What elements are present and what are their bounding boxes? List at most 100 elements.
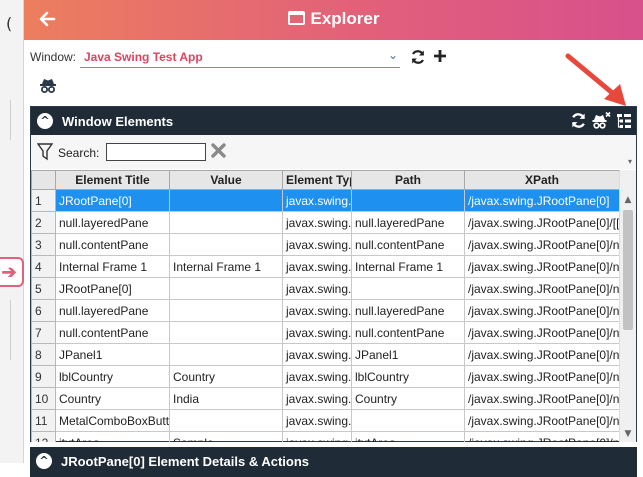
table-row[interactable]: 8 JPanel1 javax.swing. JPanel1/javax.swing.… bbox=[31, 343, 619, 366]
row-number[interactable]: 8 bbox=[31, 343, 56, 366]
add-window-button[interactable] bbox=[430, 43, 450, 65]
cell-type[interactable]: javax.swing. bbox=[282, 189, 352, 212]
row-number[interactable]: 12 bbox=[31, 431, 56, 442]
cell-path[interactable] bbox=[351, 409, 465, 432]
window-select[interactable]: Java Swing Test App ⌄ bbox=[80, 46, 400, 68]
cell-value[interactable] bbox=[169, 321, 283, 344]
cell-xpath[interactable]: /javax.swing.JRootPane[0]/n bbox=[464, 431, 619, 442]
table-row[interactable]: 9 lblCountry Country javax.swing. lblCountry… bbox=[31, 365, 619, 388]
scrollbar-thumb[interactable] bbox=[623, 210, 633, 330]
cell-title[interactable]: JRootPane[0] bbox=[55, 189, 170, 212]
cell-title[interactable]: jtxtArea bbox=[55, 431, 170, 442]
row-number[interactable]: 1 bbox=[31, 189, 56, 212]
cell-title[interactable]: Internal Frame 1 bbox=[55, 255, 170, 278]
cell-path[interactable] bbox=[351, 277, 465, 300]
cell-title[interactable]: null.layeredPane bbox=[55, 299, 170, 322]
scroll-down-icon[interactable]: ▼ bbox=[620, 426, 636, 442]
cell-value[interactable]: Sample bbox=[169, 431, 283, 442]
cell-path[interactable]: Internal Frame 1 bbox=[351, 255, 465, 278]
spy-close-button[interactable] bbox=[591, 111, 611, 131]
table-row[interactable]: 5 JRootPane[0] javax.swing. /javax.swing.JR… bbox=[31, 277, 619, 300]
cell-path[interactable] bbox=[351, 189, 465, 212]
clear-search-button[interactable] bbox=[211, 143, 227, 159]
cell-xpath[interactable]: /javax.swing.JRootPane[0]/n bbox=[464, 233, 619, 256]
cell-xpath[interactable]: /javax.swing.JRootPane[0]/n bbox=[464, 387, 619, 410]
table-row[interactable]: 2 null.layeredPane javax.swing. null.layere… bbox=[31, 211, 619, 234]
cell-path[interactable]: JPanel1 bbox=[351, 343, 465, 366]
cell-title[interactable]: null.layeredPane bbox=[55, 211, 170, 234]
vertical-scrollbar[interactable]: ▲ ▼ bbox=[619, 170, 636, 442]
cell-type[interactable]: javax.swing. bbox=[282, 255, 352, 278]
column-header[interactable]: Path bbox=[351, 170, 465, 190]
cell-value[interactable]: India bbox=[169, 387, 283, 410]
cell-type[interactable]: javax.swing. bbox=[282, 343, 352, 366]
cell-type[interactable]: javax.swing. bbox=[282, 431, 352, 442]
cell-path[interactable]: lblCountry bbox=[351, 365, 465, 388]
cell-path[interactable]: Country bbox=[351, 387, 465, 410]
cell-value[interactable] bbox=[169, 299, 283, 322]
table-row[interactable]: 10 Country India javax.swing. Country/javax.… bbox=[31, 387, 619, 410]
cell-title[interactable]: JRootPane[0] bbox=[55, 277, 170, 300]
cell-xpath[interactable]: /javax.swing.JRootPane[0]/n bbox=[464, 365, 619, 388]
table-row[interactable]: 11 MetalComboBoxButt javax.swing. /javax.sw… bbox=[31, 409, 619, 432]
cell-type[interactable]: javax.swing. bbox=[282, 365, 352, 388]
table-row[interactable]: 6 null.layeredPane javax.swing. null.layere… bbox=[31, 299, 619, 322]
filter-icon[interactable] bbox=[37, 143, 53, 161]
cell-title[interactable]: Country bbox=[55, 387, 170, 410]
tree-view-button[interactable] bbox=[615, 112, 633, 130]
cell-title[interactable]: null.contentPane bbox=[55, 233, 170, 256]
refresh-windows-button[interactable] bbox=[408, 46, 428, 68]
table-row[interactable]: 7 null.contentPane javax.swing. null.conten… bbox=[31, 321, 619, 344]
cell-type[interactable]: javax.swing. bbox=[282, 277, 352, 300]
search-input[interactable] bbox=[106, 143, 206, 161]
cell-type[interactable]: javax.swing. bbox=[282, 321, 352, 344]
cell-xpath[interactable]: /javax.swing.JRootPane[0]/n bbox=[464, 255, 619, 278]
cell-path[interactable]: null.contentPane bbox=[351, 233, 465, 256]
row-number[interactable]: 4 bbox=[31, 255, 56, 278]
table-row[interactable]: 1 JRootPane[0] javax.swing. /javax.swing.JR… bbox=[31, 189, 619, 212]
cell-path[interactable]: null.layeredPane bbox=[351, 299, 465, 322]
spy-button[interactable] bbox=[38, 76, 58, 96]
cell-xpath[interactable]: /javax.swing.JRootPane[0]/n bbox=[464, 277, 619, 300]
refresh-elements-button[interactable] bbox=[570, 110, 587, 134]
cell-xpath[interactable]: /javax.swing.JRootPane[0] bbox=[464, 189, 619, 212]
cell-xpath[interactable]: /javax.swing.JRootPane[0]/n bbox=[464, 299, 619, 322]
cell-value[interactable] bbox=[169, 233, 283, 256]
cell-title[interactable]: JPanel1 bbox=[55, 343, 170, 366]
row-number[interactable]: 6 bbox=[31, 299, 56, 322]
cell-path[interactable]: null.contentPane bbox=[351, 321, 465, 344]
cell-path[interactable]: jtxtArea bbox=[351, 431, 465, 442]
cell-title[interactable]: MetalComboBoxButt bbox=[55, 409, 170, 432]
row-number[interactable]: 10 bbox=[31, 387, 56, 410]
cell-path[interactable]: null.layeredPane bbox=[351, 211, 465, 234]
column-header[interactable]: XPath bbox=[464, 170, 619, 190]
row-number[interactable]: 3 bbox=[31, 233, 56, 256]
cell-type[interactable]: javax.swing. bbox=[282, 299, 352, 322]
column-header[interactable]: Value bbox=[169, 170, 283, 190]
cell-xpath[interactable]: /javax.swing.JRootPane[0]/n bbox=[464, 409, 619, 432]
cell-value[interactable] bbox=[169, 343, 283, 366]
collapse-button[interactable]: ^ bbox=[37, 113, 53, 129]
row-number[interactable]: 2 bbox=[31, 211, 56, 234]
row-number[interactable]: 11 bbox=[31, 409, 56, 432]
cell-value[interactable] bbox=[169, 409, 283, 432]
cell-value[interactable]: Country bbox=[169, 365, 283, 388]
cell-type[interactable]: javax.swing. bbox=[282, 233, 352, 256]
cell-xpath[interactable]: /javax.swing.JRootPane[0]/n bbox=[464, 343, 619, 366]
cell-title[interactable]: null.contentPane bbox=[55, 321, 170, 344]
table-row[interactable]: 4 Internal Frame 1 Internal Frame 1 javax.s… bbox=[31, 255, 619, 278]
expand-details-button[interactable]: ^ bbox=[36, 453, 52, 469]
row-number[interactable]: 9 bbox=[31, 365, 56, 388]
cell-value[interactable]: Internal Frame 1 bbox=[169, 255, 283, 278]
cell-xpath[interactable]: /javax.swing.JRootPane[0]/n bbox=[464, 321, 619, 344]
column-header[interactable]: Element Typ bbox=[282, 170, 352, 190]
table-row[interactable]: 12jtxtAreaSamplejavax.swing.jtxtArea/jav… bbox=[31, 431, 619, 442]
cell-type[interactable]: javax.swing. bbox=[282, 211, 352, 234]
cell-xpath[interactable]: /javax.swing.JRootPane[0]/[[ bbox=[464, 211, 619, 234]
cell-value[interactable] bbox=[169, 277, 283, 300]
row-number[interactable]: 7 bbox=[31, 321, 56, 344]
background-arrow-icon[interactable]: ➔ bbox=[0, 257, 24, 287]
cell-value[interactable] bbox=[169, 211, 283, 234]
cell-type[interactable]: javax.swing. bbox=[282, 409, 352, 432]
table-row[interactable]: 3 null.contentPane javax.swing. null.conten… bbox=[31, 233, 619, 256]
